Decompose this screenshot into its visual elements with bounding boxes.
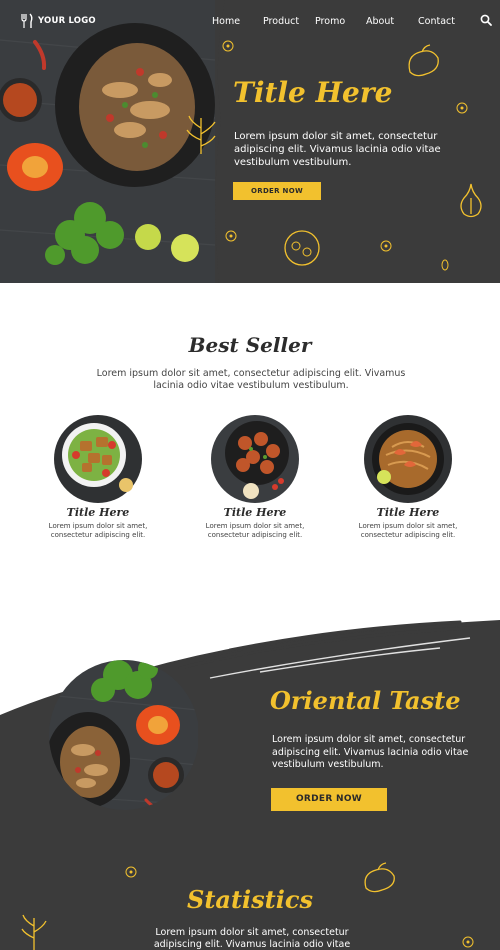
nav-item-contact[interactable]: Contact [418,16,455,27]
product-text: Lorem ipsum dolor sit amet, consectetur … [205,522,305,539]
nav-item-home[interactable]: Home [212,16,240,27]
herb-doodle-icon [186,115,216,154]
seed-doodle-icon [441,259,449,271]
oriental-title: Oriental Taste [270,686,461,715]
hero-section: YOUR LOGO Home Product Promo About Conta… [0,0,500,283]
product-title: Title Here [376,506,440,519]
best-seller-text: Lorem ipsum dolor sit amet, consectetur … [96,368,406,391]
nav-item-product[interactable]: Product [263,16,299,27]
statistics-title: Statistics [186,885,313,914]
product-text: Lorem ipsum dolor sit amet, consectetur … [48,522,148,539]
garlic-doodle-icon [460,183,482,218]
oriental-text: Lorem ipsum dolor sit amet, consectetur … [272,734,469,770]
statistics-text: Lorem ipsum dolor sit amet, consectetur … [153,927,351,950]
slice-doodle-icon [380,240,392,252]
product-card[interactable]: Title Here Lorem ipsum dolor sit amet, c… [348,415,468,540]
tomato-doodle-icon [284,230,320,266]
slice-doodle-icon [125,866,137,878]
hero-title: Title Here [233,76,393,109]
hero-text: Lorem ipsum dolor sit amet, consectetur … [234,131,441,168]
slice-doodle-icon [222,40,234,52]
slice-doodle-icon [462,936,474,948]
nav-item-about[interactable]: About [366,16,394,27]
pepper-doodle-icon [408,44,439,77]
oriental-food-photo [49,660,198,810]
hero-order-button[interactable]: ORDER NOW [233,182,321,200]
product-title: Title Here [223,506,287,519]
main-nav: Home Product Promo About Contact [0,16,500,28]
herb-doodle-icon [21,914,47,950]
product-text: Lorem ipsum dolor sit amet, consectetur … [358,522,458,539]
product-title: Title Here [66,506,130,519]
slice-doodle-icon [225,230,237,242]
slice-doodle-icon [456,102,468,114]
search-icon[interactable] [480,14,492,26]
best-seller-title: Best Seller [188,333,312,357]
nav-item-promo[interactable]: Promo [315,16,345,27]
dish-image [364,415,452,503]
product-card[interactable]: Title Here Lorem ipsum dolor sit amet, c… [195,415,315,540]
product-card[interactable]: Title Here Lorem ipsum dolor sit amet, c… [38,415,158,540]
oriental-order-button[interactable]: ORDER NOW [271,788,387,811]
dish-image [54,415,142,503]
dish-image [211,415,299,503]
